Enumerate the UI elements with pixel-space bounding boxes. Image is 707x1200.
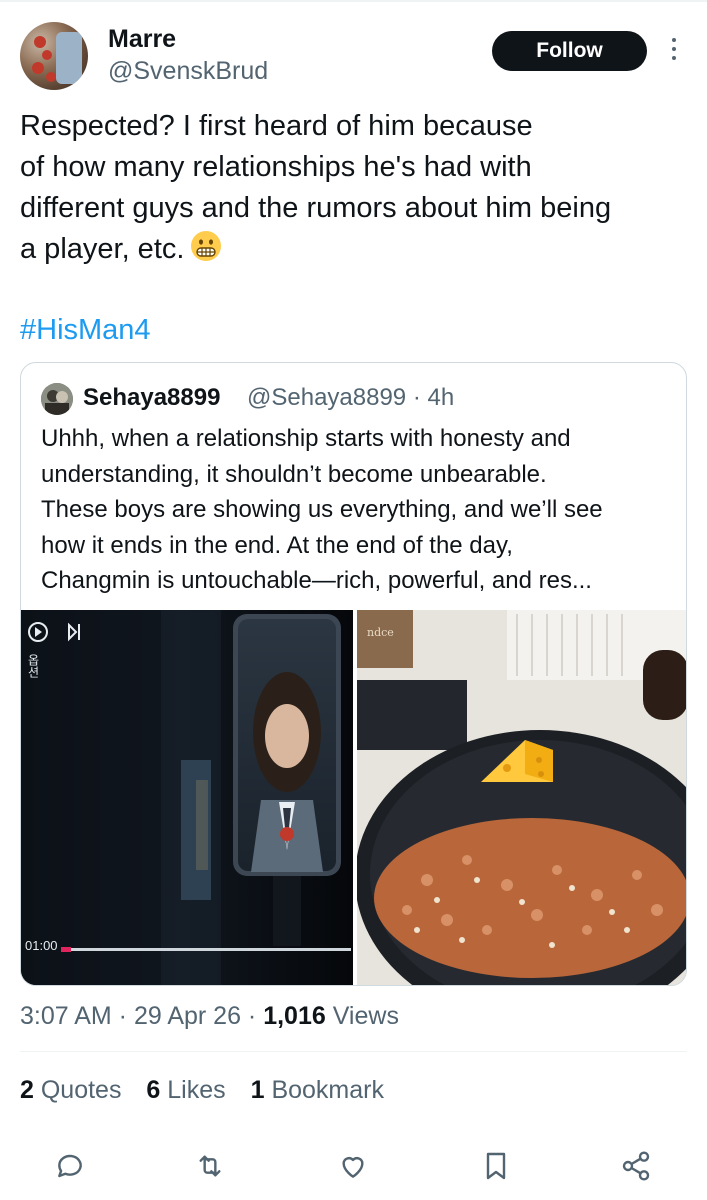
- tweet-line: of how many relationships he's had with: [20, 151, 532, 183]
- views-count: 1,016: [263, 1002, 326, 1030]
- like-icon[interactable]: [333, 1146, 373, 1186]
- bag-label: ndce: [367, 626, 394, 639]
- quoted-line: Changmin is untouchable—rich, powerful, …: [41, 567, 592, 594]
- engagement-stats: 2 Quotes 6 Likes 1 Bookmark: [20, 1074, 402, 1106]
- avatar-flower: [42, 50, 52, 60]
- video-side-label: 옵션: [26, 654, 40, 678]
- quoted-line: how it ends in the end. At the end of th…: [41, 531, 513, 559]
- quoted-media-food-photo[interactable]: ndce: [357, 610, 686, 985]
- author-handle[interactable]: @SvenskBrud: [108, 56, 268, 86]
- author-name[interactable]: Marre: [108, 24, 176, 54]
- bookmarks-label: Bookmark: [264, 1076, 384, 1104]
- sep: ·: [111, 1002, 134, 1030]
- likes-stat[interactable]: 6 Likes: [146, 1076, 225, 1104]
- stats-divider: [20, 1051, 687, 1052]
- views-label: Views: [325, 1002, 399, 1030]
- tweet-line: a player, etc.: [20, 229, 700, 270]
- author-avatar[interactable]: [20, 22, 88, 90]
- quotes-stat[interactable]: 2 Quotes: [20, 1076, 121, 1104]
- date[interactable]: 29 Apr 26: [134, 1002, 241, 1030]
- quoted-tweet[interactable]: Sehaya8899 @Sehaya8899 · 4h Uhhh, when a…: [20, 362, 687, 986]
- quoted-author-meta: @Sehaya8899 · 4h: [247, 384, 455, 411]
- quoted-line: understanding, it shouldn’t become unbea…: [41, 460, 547, 488]
- quoted-author-name[interactable]: Sehaya8899: [83, 383, 220, 413]
- avatar-flower: [46, 72, 56, 82]
- share-icon[interactable]: [616, 1146, 656, 1186]
- quoted-media-video-screenshot[interactable]: 옵션 01:00: [21, 610, 353, 985]
- hashtag-link[interactable]: #HisMan4: [20, 310, 151, 351]
- quotes-count: 2: [20, 1076, 34, 1104]
- video-time: 01:00: [25, 938, 58, 953]
- likes-label: Likes: [160, 1076, 226, 1104]
- grimacing-face-icon: [190, 230, 222, 262]
- action-bar: [0, 1146, 707, 1186]
- more-options-icon[interactable]: [664, 38, 684, 64]
- likes-count: 6: [146, 1076, 161, 1104]
- top-divider: [0, 0, 707, 2]
- bookmarks-count: 1: [250, 1076, 265, 1104]
- sep: ·: [240, 1002, 264, 1030]
- quotes-label: Quotes: [33, 1076, 122, 1104]
- quoted-text: Uhhh, when a relationship starts with ho…: [41, 421, 671, 599]
- quoted-author-avatar[interactable]: [41, 383, 73, 415]
- tweet-line: different guys and the rumors about him …: [20, 192, 612, 224]
- bookmark-icon[interactable]: [476, 1146, 516, 1186]
- follow-button[interactable]: Follow: [492, 31, 647, 71]
- quoted-line: Uhhh, when a relationship starts with ho…: [41, 425, 571, 452]
- tweet-line-text: a player, etc.: [20, 233, 185, 265]
- avatar-flower: [34, 36, 46, 48]
- reply-icon[interactable]: [50, 1146, 90, 1186]
- avatar-flower: [32, 62, 44, 74]
- tweet-line: Respected? I first heard of him because: [20, 110, 533, 142]
- time[interactable]: 3:07 AM: [20, 1002, 112, 1030]
- avatar-denim: [56, 32, 82, 84]
- bookmarks-stat[interactable]: 1 Bookmark: [251, 1076, 384, 1104]
- tweet-text: Respected? I first heard of him because …: [20, 106, 700, 270]
- tweet-timestamp: 3:07 AM · 29 Apr 26 · 1,016 Views: [20, 1000, 399, 1032]
- quoted-line: These boys are showing us everything, an…: [41, 496, 603, 523]
- retweet-icon[interactable]: [190, 1146, 230, 1186]
